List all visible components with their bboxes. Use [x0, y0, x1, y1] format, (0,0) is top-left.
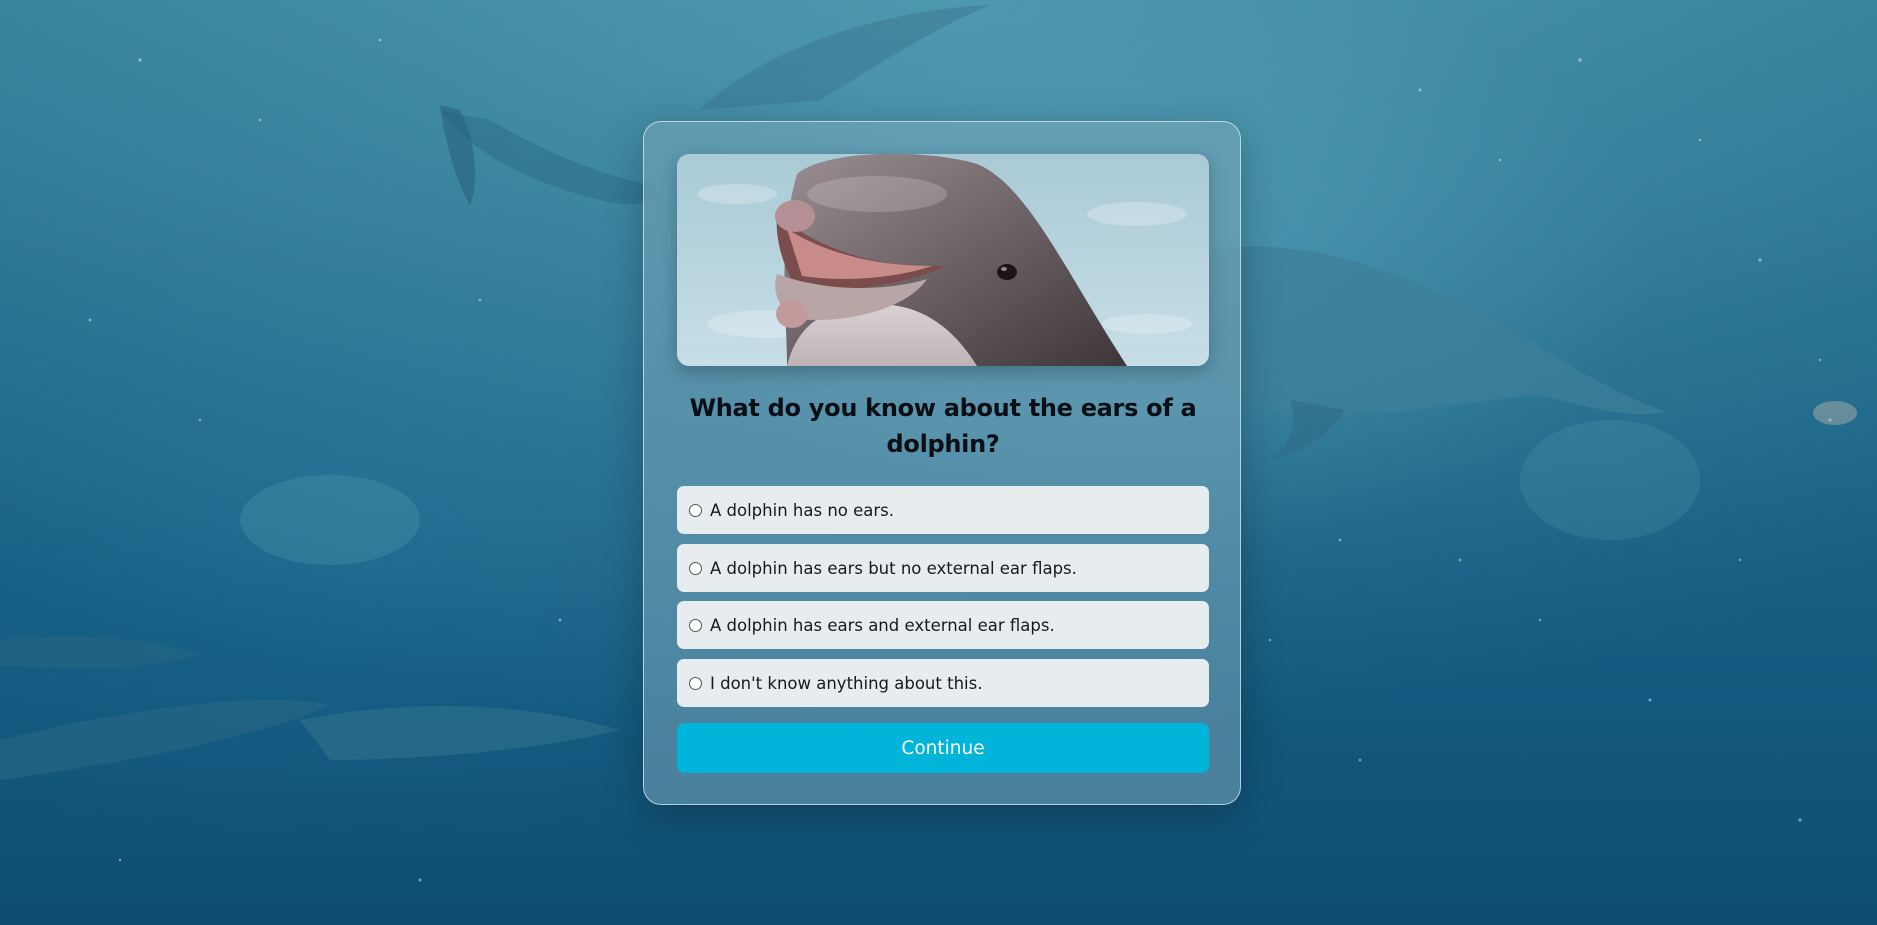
- dolphin-image: [677, 154, 1209, 366]
- option-label: I don't know anything about this.: [710, 673, 983, 693]
- radio-button[interactable]: [689, 618, 702, 632]
- option-dont-know[interactable]: I don't know anything about this.: [677, 659, 1209, 707]
- option-ears-and-flaps[interactable]: A dolphin has ears and external ear flap…: [677, 601, 1209, 649]
- continue-button[interactable]: Continue: [677, 723, 1209, 773]
- radio-button[interactable]: [689, 676, 702, 690]
- option-label: A dolphin has ears but no external ear f…: [710, 558, 1077, 578]
- option-ears-no-flaps[interactable]: A dolphin has ears but no external ear f…: [677, 544, 1209, 592]
- option-label: A dolphin has ears and external ear flap…: [710, 615, 1055, 635]
- question-title: What do you know about the ears of a dol…: [689, 394, 1197, 458]
- option-label: A dolphin has no ears.: [710, 500, 894, 520]
- quiz-card: What do you know about the ears of a dol…: [643, 121, 1241, 805]
- radio-button[interactable]: [689, 503, 702, 517]
- radio-button[interactable]: [689, 561, 702, 575]
- option-no-ears[interactable]: A dolphin has no ears.: [677, 486, 1209, 534]
